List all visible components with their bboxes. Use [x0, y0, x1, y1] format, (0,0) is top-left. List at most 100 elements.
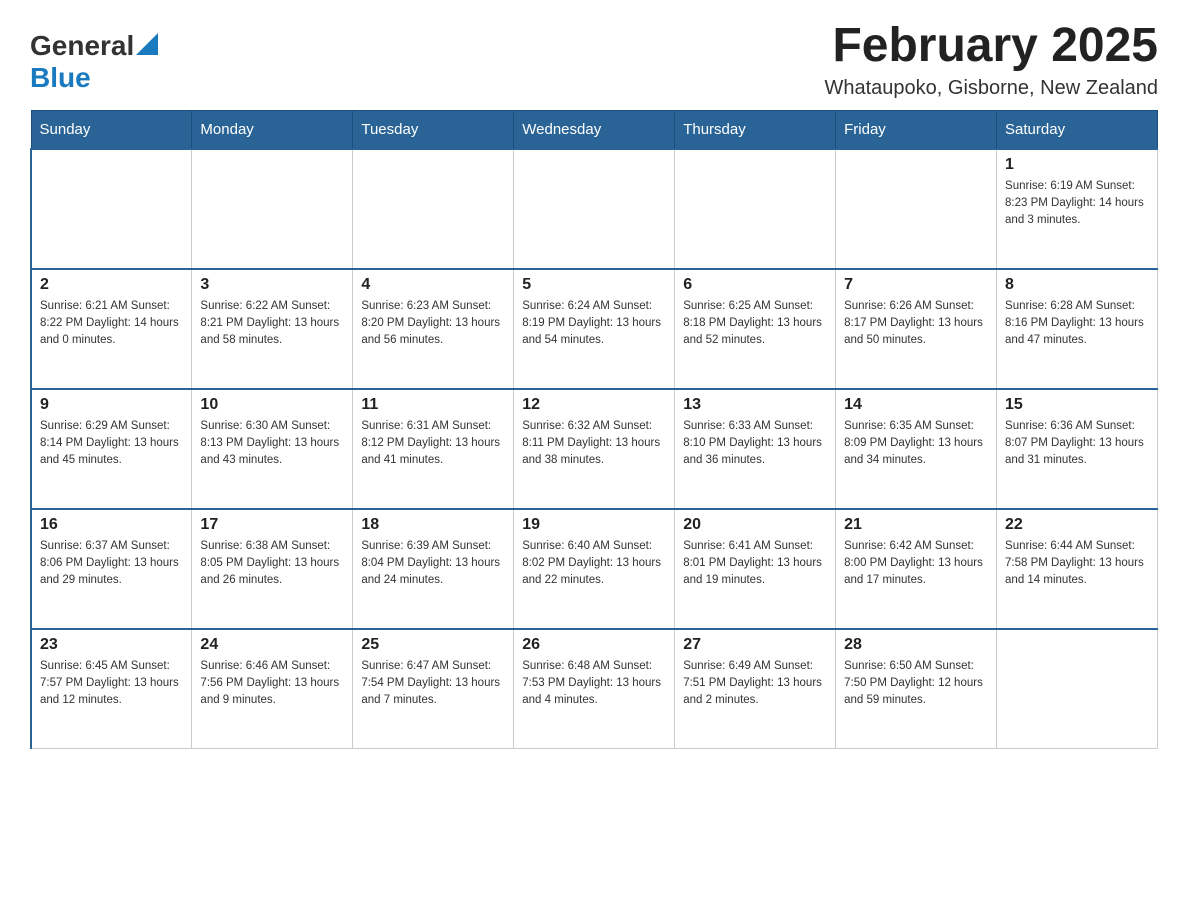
day-number: 3 — [200, 276, 344, 294]
table-row: 21 Sunrise: 6:42 AM Sunset: 8:00 PM Dayli… — [836, 509, 997, 629]
day-number: 24 — [200, 636, 344, 654]
table-row: 23 Sunrise: 6:45 AM Sunset: 7:57 PM Dayli… — [31, 629, 192, 749]
table-row — [997, 629, 1158, 749]
day-number: 22 — [1005, 516, 1149, 534]
day-number: 26 — [522, 636, 666, 654]
month-title: February 2025 — [824, 20, 1158, 73]
day-info: Sunrise: 6:46 AM Sunset: 7:56 PM Dayligh… — [200, 658, 344, 710]
day-info: Sunrise: 6:45 AM Sunset: 7:57 PM Dayligh… — [40, 658, 183, 710]
day-number: 8 — [1005, 276, 1149, 294]
day-info: Sunrise: 6:36 AM Sunset: 8:07 PM Dayligh… — [1005, 418, 1149, 470]
day-number: 10 — [200, 396, 344, 414]
day-info: Sunrise: 6:32 AM Sunset: 8:11 PM Dayligh… — [522, 418, 666, 470]
day-number: 6 — [683, 276, 827, 294]
day-info: Sunrise: 6:47 AM Sunset: 7:54 PM Dayligh… — [361, 658, 505, 710]
header-tuesday: Tuesday — [353, 110, 514, 149]
day-info: Sunrise: 6:33 AM Sunset: 8:10 PM Dayligh… — [683, 418, 827, 470]
day-number: 13 — [683, 396, 827, 414]
day-info: Sunrise: 6:21 AM Sunset: 8:22 PM Dayligh… — [40, 298, 183, 350]
day-info: Sunrise: 6:38 AM Sunset: 8:05 PM Dayligh… — [200, 538, 344, 590]
logo: General Blue — [30, 30, 158, 94]
table-row: 7Sunrise: 6:26 AM Sunset: 8:17 PM Daylig… — [836, 269, 997, 389]
day-info: Sunrise: 6:22 AM Sunset: 8:21 PM Dayligh… — [200, 298, 344, 350]
calendar-table: Sunday Monday Tuesday Wednesday Thursday… — [30, 110, 1158, 750]
day-number: 9 — [40, 396, 183, 414]
day-info: Sunrise: 6:25 AM Sunset: 8:18 PM Dayligh… — [683, 298, 827, 350]
day-number: 17 — [200, 516, 344, 534]
table-row: 11Sunrise: 6:31 AM Sunset: 8:12 PM Dayli… — [353, 389, 514, 509]
day-number: 23 — [40, 636, 183, 654]
day-number: 7 — [844, 276, 988, 294]
day-number: 12 — [522, 396, 666, 414]
day-number: 5 — [522, 276, 666, 294]
calendar-week-row: 2 Sunrise: 6:21 AM Sunset: 8:22 PM Daylig… — [31, 269, 1158, 389]
calendar-week-row: 23 Sunrise: 6:45 AM Sunset: 7:57 PM Dayli… — [31, 629, 1158, 749]
table-row: 2 Sunrise: 6:21 AM Sunset: 8:22 PM Daylig… — [31, 269, 192, 389]
logo-blue-text: Blue — [30, 62, 91, 93]
table-row: 6 Sunrise: 6:25 AM Sunset: 8:18 PM Daylig… — [675, 269, 836, 389]
table-row — [353, 149, 514, 269]
day-number: 16 — [40, 516, 183, 534]
table-row: 15 Sunrise: 6:36 AM Sunset: 8:07 PM Dayli… — [997, 389, 1158, 509]
calendar-header-row: Sunday Monday Tuesday Wednesday Thursday… — [31, 110, 1158, 149]
day-info: Sunrise: 6:19 AM Sunset: 8:23 PM Dayligh… — [1005, 178, 1149, 230]
table-row — [836, 149, 997, 269]
table-row: 16 Sunrise: 6:37 AM Sunset: 8:06 PM Dayli… — [31, 509, 192, 629]
day-info: Sunrise: 6:31 AM Sunset: 8:12 PM Dayligh… — [361, 418, 505, 470]
header-sunday: Sunday — [31, 110, 192, 149]
table-row: 20 Sunrise: 6:41 AM Sunset: 8:01 PM Dayli… — [675, 509, 836, 629]
table-row — [514, 149, 675, 269]
day-info: Sunrise: 6:50 AM Sunset: 7:50 PM Dayligh… — [844, 658, 988, 710]
page-header: General Blue February 2025 Whataupoko, G… — [30, 20, 1158, 100]
table-row: 9 Sunrise: 6:29 AM Sunset: 8:14 PM Daylig… — [31, 389, 192, 509]
title-section: February 2025 Whataupoko, Gisborne, New … — [824, 20, 1158, 100]
table-row: 5 Sunrise: 6:24 AM Sunset: 8:19 PM Daylig… — [514, 269, 675, 389]
table-row: 1 Sunrise: 6:19 AM Sunset: 8:23 PM Daylig… — [997, 149, 1158, 269]
logo-general-text: General — [30, 30, 134, 62]
day-number: 18 — [361, 516, 505, 534]
day-number: 15 — [1005, 396, 1149, 414]
logo-triangle-icon — [136, 33, 158, 55]
header-friday: Friday — [836, 110, 997, 149]
day-info: Sunrise: 6:29 AM Sunset: 8:14 PM Dayligh… — [40, 418, 183, 470]
day-number: 21 — [844, 516, 988, 534]
table-row: 14Sunrise: 6:35 AM Sunset: 8:09 PM Dayli… — [836, 389, 997, 509]
day-info: Sunrise: 6:40 AM Sunset: 8:02 PM Dayligh… — [522, 538, 666, 590]
day-number: 1 — [1005, 156, 1149, 174]
day-info: Sunrise: 6:49 AM Sunset: 7:51 PM Dayligh… — [683, 658, 827, 710]
day-info: Sunrise: 6:24 AM Sunset: 8:19 PM Dayligh… — [522, 298, 666, 350]
day-info: Sunrise: 6:41 AM Sunset: 8:01 PM Dayligh… — [683, 538, 827, 590]
day-number: 2 — [40, 276, 183, 294]
day-number: 20 — [683, 516, 827, 534]
location-subtitle: Whataupoko, Gisborne, New Zealand — [824, 77, 1158, 100]
table-row: 4 Sunrise: 6:23 AM Sunset: 8:20 PM Daylig… — [353, 269, 514, 389]
day-number: 28 — [844, 636, 988, 654]
table-row: 27 Sunrise: 6:49 AM Sunset: 7:51 PM Dayli… — [675, 629, 836, 749]
day-info: Sunrise: 6:48 AM Sunset: 7:53 PM Dayligh… — [522, 658, 666, 710]
table-row: 19Sunrise: 6:40 AM Sunset: 8:02 PM Dayli… — [514, 509, 675, 629]
day-info: Sunrise: 6:30 AM Sunset: 8:13 PM Dayligh… — [200, 418, 344, 470]
table-row: 24 Sunrise: 6:46 AM Sunset: 7:56 PM Dayli… — [192, 629, 353, 749]
table-row: 10 Sunrise: 6:30 AM Sunset: 8:13 PM Dayli… — [192, 389, 353, 509]
table-row — [31, 149, 192, 269]
table-row — [192, 149, 353, 269]
day-info: Sunrise: 6:42 AM Sunset: 8:00 PM Dayligh… — [844, 538, 988, 590]
day-info: Sunrise: 6:23 AM Sunset: 8:20 PM Dayligh… — [361, 298, 505, 350]
day-info: Sunrise: 6:35 AM Sunset: 8:09 PM Dayligh… — [844, 418, 988, 470]
day-info: Sunrise: 6:44 AM Sunset: 7:58 PM Dayligh… — [1005, 538, 1149, 590]
day-info: Sunrise: 6:39 AM Sunset: 8:04 PM Dayligh… — [361, 538, 505, 590]
day-number: 27 — [683, 636, 827, 654]
calendar-week-row: 9 Sunrise: 6:29 AM Sunset: 8:14 PM Daylig… — [31, 389, 1158, 509]
calendar-week-row: 16 Sunrise: 6:37 AM Sunset: 8:06 PM Dayli… — [31, 509, 1158, 629]
day-info: Sunrise: 6:28 AM Sunset: 8:16 PM Dayligh… — [1005, 298, 1149, 350]
table-row: 17 Sunrise: 6:38 AM Sunset: 8:05 PM Dayli… — [192, 509, 353, 629]
table-row: 18 Sunrise: 6:39 AM Sunset: 8:04 PM Dayli… — [353, 509, 514, 629]
table-row: 28 Sunrise: 6:50 AM Sunset: 7:50 PM Dayli… — [836, 629, 997, 749]
table-row: 12 Sunrise: 6:32 AM Sunset: 8:11 PM Dayli… — [514, 389, 675, 509]
day-info: Sunrise: 6:37 AM Sunset: 8:06 PM Dayligh… — [40, 538, 183, 590]
calendar-week-row: 1 Sunrise: 6:19 AM Sunset: 8:23 PM Daylig… — [31, 149, 1158, 269]
header-monday: Monday — [192, 110, 353, 149]
table-row — [675, 149, 836, 269]
table-row: 26 Sunrise: 6:48 AM Sunset: 7:53 PM Dayli… — [514, 629, 675, 749]
day-number: 4 — [361, 276, 505, 294]
